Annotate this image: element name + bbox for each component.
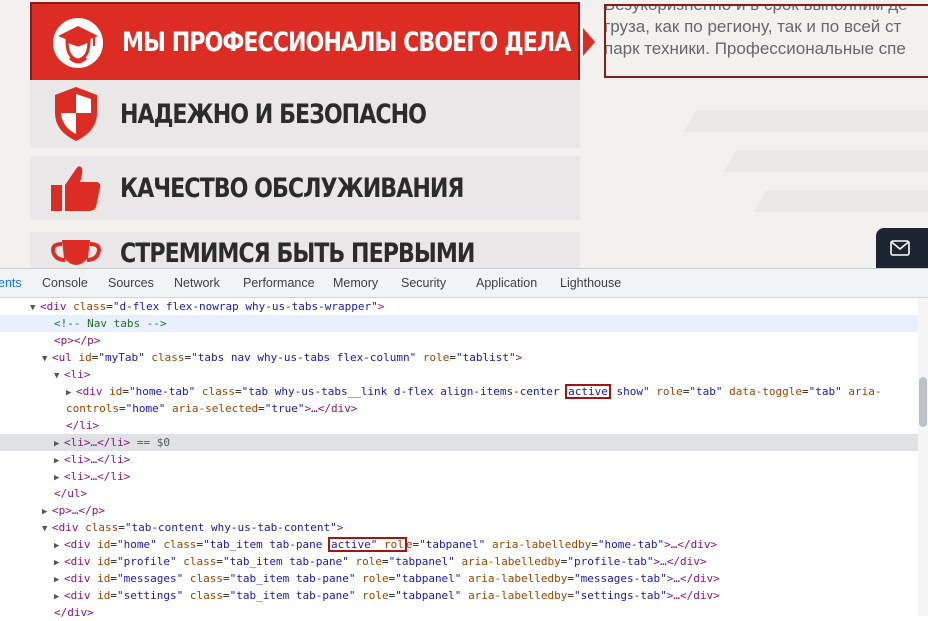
dom-node[interactable]: ▶ <div id="settings" class="tab_item tab-… bbox=[0, 587, 918, 604]
dom-node-home-tab[interactable]: ▶ <div id="home-tab" class="tab why-us-ta… bbox=[0, 383, 918, 400]
dom-node-selected[interactable]: ▶ <li>…</li> == $0 bbox=[0, 434, 918, 451]
dom-node[interactable]: ▼ <div class="d-flex flex-nowrap why-us-t… bbox=[0, 298, 918, 315]
dom-node[interactable]: </li> bbox=[0, 417, 918, 434]
dom-node[interactable]: ▶ <li>…</li> bbox=[0, 468, 918, 485]
tab-network[interactable]: Network bbox=[174, 276, 243, 290]
description-line: груза, как по региону, так и по всей ст bbox=[604, 17, 902, 36]
dom-node[interactable]: ▶ <p>…</p> bbox=[0, 502, 918, 519]
mail-icon bbox=[890, 240, 910, 256]
dom-node[interactable]: </ul> bbox=[0, 485, 918, 502]
tab-security[interactable]: Security bbox=[401, 276, 476, 290]
description-line: парк техники. Профессиональные спе bbox=[604, 39, 906, 58]
dom-node[interactable]: ▶ <div id="messages" class="tab_item tab-… bbox=[0, 570, 918, 587]
dom-node[interactable]: ▶ <div id="profile" class="tab_item tab-p… bbox=[0, 553, 918, 570]
active-class-highlight: active" rol bbox=[327, 537, 407, 552]
background-stripe bbox=[753, 190, 928, 212]
why-us-tab-reliable[interactable]: НАДЕЖНО И БЕЗОПАСНО bbox=[30, 80, 580, 148]
dom-node[interactable]: ▼ <li> bbox=[0, 366, 918, 383]
background-stripe bbox=[683, 110, 928, 132]
tab-sources[interactable]: Sources bbox=[108, 276, 174, 290]
tab-lighthouse[interactable]: Lighthouse bbox=[560, 276, 640, 290]
tab-memory[interactable]: Memory bbox=[333, 276, 401, 290]
dom-node[interactable]: ▶ <li>…</li> bbox=[0, 451, 918, 468]
why-us-tab-professionals[interactable]: МЫ ПРОФЕССИОНАЛЫ СВОЕГО ДЕЛА bbox=[30, 2, 580, 82]
description-line: Безукоризненно и в срок выполним де bbox=[604, 4, 908, 14]
thumbs-up-icon bbox=[46, 158, 106, 218]
tab-elements[interactable]: ents bbox=[0, 276, 42, 290]
tab-label: НАДЕЖНО И БЕЗОПАСНО bbox=[120, 98, 427, 130]
why-us-tab-first[interactable]: СТРЕМИМСЯ БЫТЬ ПЕРВЫМИ bbox=[30, 232, 580, 268]
shield-icon bbox=[46, 84, 106, 144]
devtools-panel: ents Console Sources Network Performance… bbox=[0, 268, 928, 619]
tab-application[interactable]: Application bbox=[476, 276, 560, 290]
background-stripe bbox=[723, 150, 928, 172]
tab-description: Безукоризненно и в срок выполним де груз… bbox=[604, 4, 928, 78]
devtools-tab-bar: ents Console Sources Network Performance… bbox=[0, 269, 928, 298]
dom-node-home-pane[interactable]: ▶ <div id="home" class="tab_item tab-pane… bbox=[0, 536, 918, 553]
trophy-cup-icon bbox=[46, 238, 106, 268]
tab-label: СТРЕМИМСЯ БЫТЬ ПЕРВЫМИ bbox=[120, 238, 475, 268]
feedback-mail-button[interactable] bbox=[876, 228, 928, 268]
scrollbar-thumb[interactable] bbox=[919, 377, 927, 427]
tab-label: МЫ ПРОФЕССИОНАЛЫ СВОЕГО ДЕЛА bbox=[122, 26, 571, 58]
active-tab-arrow bbox=[583, 28, 595, 56]
active-class-highlight: active bbox=[565, 384, 611, 399]
dom-node[interactable]: </div> bbox=[0, 604, 918, 621]
dom-node[interactable]: <p></p> bbox=[0, 332, 918, 349]
dom-tree: ▼ <div class="d-flex flex-nowrap why-us-t… bbox=[0, 298, 918, 621]
why-us-tab-quality[interactable]: КАЧЕСТВО ОБСЛУЖИВАНИЯ bbox=[30, 156, 580, 220]
website-viewport: МЫ ПРОФЕССИОНАЛЫ СВОЕГО ДЕЛА НАДЕЖНО И Б… bbox=[0, 0, 928, 268]
tab-label: КАЧЕСТВО ОБСЛУЖИВАНИЯ bbox=[120, 172, 464, 204]
tab-console[interactable]: Console bbox=[42, 276, 108, 290]
dom-scrollbar[interactable] bbox=[918, 298, 928, 616]
dom-node-continuation: controls="home" aria-selected="true">…</… bbox=[66, 402, 358, 415]
dom-comment[interactable]: <!-- Nav tabs --> bbox=[0, 315, 918, 332]
dom-node[interactable]: ▼ <ul id="myTab" class="tabs nav why-us-t… bbox=[0, 349, 918, 366]
graduate-cap-icon bbox=[48, 12, 108, 72]
dom-node[interactable]: ▼ <div class="tab-content why-us-tab-cont… bbox=[0, 519, 918, 536]
tab-performance[interactable]: Performance bbox=[243, 276, 333, 290]
